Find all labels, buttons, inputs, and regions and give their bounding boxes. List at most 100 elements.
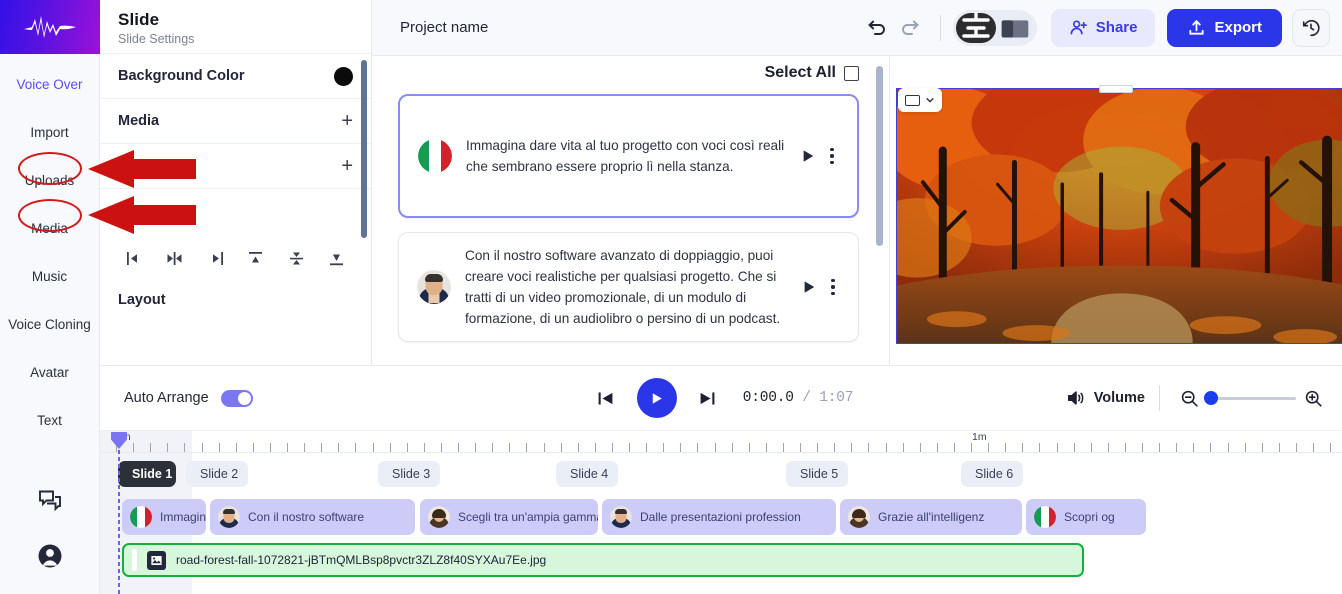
sidebar-item-music[interactable]: Music — [0, 252, 99, 300]
ruler-tick — [1330, 443, 1331, 452]
timeline-slide-chip[interactable]: Slide 3 — [378, 461, 440, 487]
sidebar-item-voice-cloning[interactable]: Voice Cloning — [0, 300, 99, 348]
total-time: 1:07 — [819, 390, 853, 406]
timeline-audio-clip[interactable]: Con il nostro software — [210, 499, 415, 535]
sidebar-item-voice-over[interactable]: Voice Over — [0, 60, 99, 108]
clip-label: Dalle presentazioni profession — [640, 510, 801, 524]
ruler-tick — [184, 443, 185, 452]
zoom-slider-knob[interactable] — [1204, 391, 1218, 405]
play-icon[interactable] — [796, 280, 822, 294]
avatar — [418, 139, 452, 173]
user-account-icon[interactable] — [0, 528, 99, 584]
script-scrollbar[interactable] — [876, 66, 883, 246]
clip-trim-handle[interactable] — [132, 549, 137, 571]
ruler-tick — [954, 443, 955, 452]
align-left-icon[interactable] — [114, 244, 155, 272]
script-view-icon[interactable] — [956, 13, 996, 43]
sidebar-item-avatar[interactable]: Avatar — [0, 348, 99, 396]
add-media-plus-icon[interactable]: + — [341, 111, 353, 131]
ruler-tick — [1091, 443, 1092, 452]
ruler-tick — [509, 443, 510, 452]
ruler-tick — [1159, 443, 1160, 452]
redo-icon[interactable] — [894, 11, 928, 45]
play-button[interactable] — [637, 378, 677, 418]
setting-row-timing[interactable]: Timing — [100, 189, 371, 234]
sidebar-item-uploads[interactable]: Uploads — [0, 156, 99, 204]
rail-bottom-icons — [0, 472, 99, 594]
video-stage[interactable] — [896, 88, 1342, 344]
history-clock-icon[interactable] — [1292, 9, 1330, 47]
share-button[interactable]: Share — [1051, 9, 1156, 47]
playhead-handle[interactable] — [109, 431, 129, 450]
top-toolbar: Project name — [372, 0, 1342, 56]
kebab-menu-icon[interactable] — [822, 279, 844, 295]
align-right-icon[interactable] — [195, 244, 236, 272]
timeline-audio-clip[interactable]: Dalle presentazioni profession — [602, 499, 836, 535]
timeline-slide-chip[interactable]: Slide 2 — [186, 461, 248, 487]
timeline-slide-chip[interactable]: Slide 1 — [118, 461, 176, 487]
stage-resize-handle[interactable] — [1099, 85, 1133, 93]
flag-italy-icon — [130, 506, 152, 528]
select-all-row[interactable]: Select All — [372, 56, 889, 88]
chat-bubbles-icon[interactable] — [0, 472, 99, 528]
waveform-logo-icon — [22, 12, 78, 42]
timeline-ruler[interactable]: 0m1m — [100, 431, 1342, 453]
zoom-slider-track[interactable] — [1206, 397, 1296, 400]
sidebar-item-text[interactable]: Text — [0, 396, 99, 444]
timeline-audio-clip[interactable]: Immagina dare vita al tuo — [122, 499, 206, 535]
zoom-in-icon[interactable] — [1298, 383, 1328, 413]
sidebar-item-label: Import — [30, 125, 68, 140]
timeline-slide-chip[interactable]: Slide 4 — [556, 461, 618, 487]
app-logo[interactable] — [0, 0, 100, 54]
align-bottom-icon[interactable] — [317, 244, 358, 272]
setting-row-audio[interactable]: Audio + — [100, 144, 371, 189]
zoom-out-icon[interactable] — [1174, 383, 1204, 413]
transport-divider — [1159, 385, 1160, 411]
kebab-menu-icon[interactable] — [821, 148, 843, 164]
timeline-audio-clip[interactable]: Grazie all'intelligenz — [840, 499, 1022, 535]
sidebar-item-import[interactable]: Import — [0, 108, 99, 156]
auto-arrange-control[interactable]: Auto Arrange — [124, 390, 253, 407]
ruler-tick — [561, 443, 562, 452]
ruler-tick — [1193, 443, 1194, 452]
sidebar-item-media[interactable]: Media — [0, 204, 99, 252]
align-center-horizontal-icon[interactable] — [155, 244, 196, 272]
undo-icon[interactable] — [860, 11, 894, 45]
playhead[interactable] — [118, 431, 120, 594]
aspect-ratio-button[interactable] — [898, 88, 942, 112]
align-middle-vertical-icon[interactable] — [276, 244, 317, 272]
chevron-down-icon — [925, 95, 935, 105]
image-icon — [147, 551, 166, 570]
timeline-slide-chip[interactable]: Slide 6 — [961, 461, 1023, 487]
timeline-slide-chip[interactable]: Slide 5 — [786, 461, 848, 487]
ruler-tick — [1262, 443, 1263, 452]
setting-row-media[interactable]: Media + — [100, 99, 371, 144]
storyboard-view-icon[interactable] — [996, 13, 1034, 43]
script-card[interactable]: Con il nostro software avanzato di doppi… — [398, 232, 859, 342]
timeline-audio-clip[interactable]: Scopri og — [1026, 499, 1146, 535]
select-all-checkbox[interactable] — [844, 66, 859, 81]
export-button[interactable]: Export — [1167, 9, 1282, 47]
skip-to-end-icon[interactable] — [691, 381, 725, 415]
skip-to-start-icon[interactable] — [589, 381, 623, 415]
ruler-tick — [355, 443, 356, 452]
ruler-tick — [1176, 443, 1177, 452]
timeline-media-clip[interactable]: road-forest-fall-1072821-jBTmQMLBsp8pvct… — [122, 543, 1084, 577]
project-name-field[interactable]: Project name — [400, 19, 488, 36]
script-card[interactable]: Immagina dare vita al tuo progetto con v… — [398, 94, 859, 218]
preview-area — [890, 56, 1342, 365]
settings-scrollbar[interactable] — [361, 60, 367, 238]
play-icon[interactable] — [795, 149, 821, 163]
timeline[interactable]: 0m1m Slide 1 Slide 2 Slide 3 Slide 4 Slide 5… — [100, 431, 1342, 594]
ruler-tick — [629, 443, 630, 452]
rail-items-list: Voice Over Import Uploads Media Music Vo… — [0, 54, 99, 444]
align-top-icon[interactable] — [236, 244, 277, 272]
color-swatch[interactable] — [334, 67, 353, 86]
ruler-tick — [475, 443, 476, 452]
volume-control[interactable]: Volume — [1066, 388, 1145, 408]
timeline-audio-clip[interactable]: Scegli tra un'ampia gamma — [420, 499, 598, 535]
auto-arrange-toggle[interactable] — [221, 390, 253, 407]
add-audio-plus-icon[interactable]: + — [341, 156, 353, 176]
setting-row-background-color[interactable]: Background Color — [100, 54, 371, 99]
ruler-tick — [133, 443, 134, 452]
